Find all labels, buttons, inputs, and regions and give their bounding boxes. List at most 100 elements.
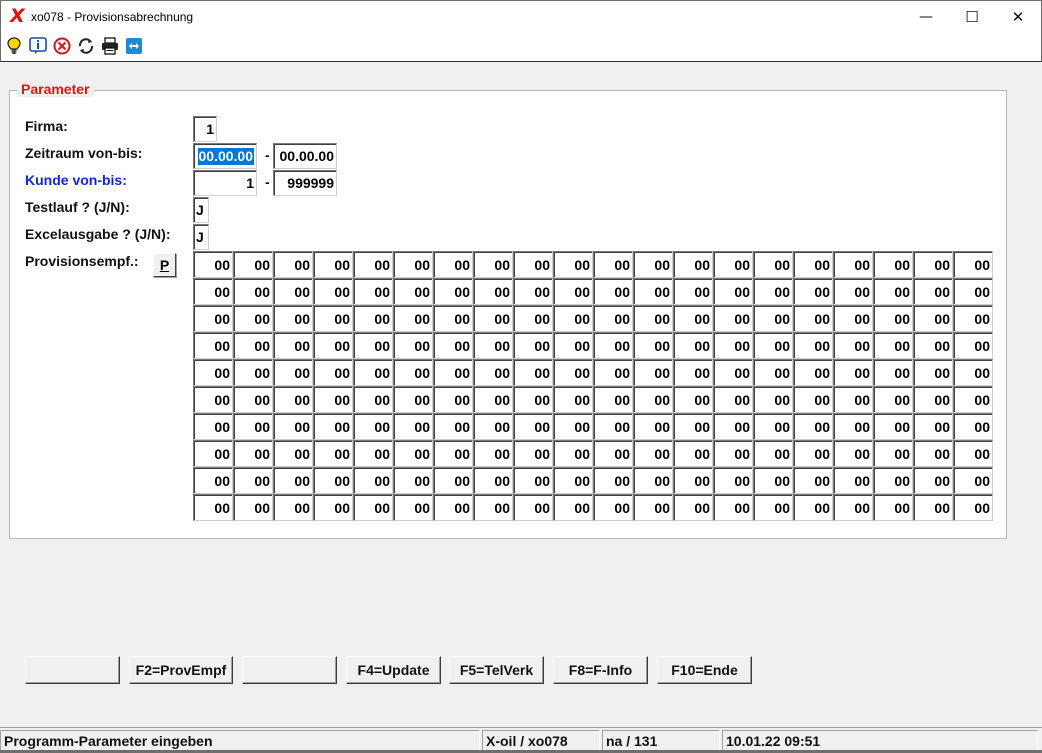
provisionsempf-cell[interactable]: 00 (473, 494, 513, 521)
provisionsempf-cell[interactable]: 00 (193, 278, 233, 305)
kunde-von-input[interactable]: 1 (193, 170, 257, 196)
provisionsempf-cell[interactable]: 00 (873, 332, 913, 359)
provisionsempf-cell[interactable]: 00 (313, 494, 353, 521)
provisionsempf-cell[interactable]: 00 (713, 278, 753, 305)
provisionsempf-cell[interactable]: 00 (313, 305, 353, 332)
minimize-button[interactable]: — (903, 1, 949, 32)
provisionsempf-cell[interactable]: 00 (673, 305, 713, 332)
firma-input[interactable]: 1 (193, 116, 217, 142)
provisionsempf-cell[interactable]: 00 (753, 332, 793, 359)
provisionsempf-cell[interactable]: 00 (953, 467, 993, 494)
provisionsempf-cell[interactable]: 00 (193, 305, 233, 332)
provisionsempf-cell[interactable]: 00 (353, 413, 393, 440)
provisionsempf-cell[interactable]: 00 (913, 386, 953, 413)
provisionsempf-cell[interactable]: 00 (593, 413, 633, 440)
provisionsempf-cell[interactable]: 00 (673, 413, 713, 440)
provisionsempf-cell[interactable]: 00 (353, 278, 393, 305)
provisionsempf-cell[interactable]: 00 (913, 332, 953, 359)
provisionsempf-cell[interactable]: 00 (273, 494, 313, 521)
provisionsempf-cell[interactable]: 00 (593, 332, 633, 359)
provisionsempf-cell[interactable]: 00 (513, 440, 553, 467)
provisionsempf-cell[interactable]: 00 (713, 332, 753, 359)
provisionsempf-cell[interactable]: 00 (313, 440, 353, 467)
provisionsempf-cell[interactable]: 00 (793, 305, 833, 332)
remote-icon[interactable] (125, 37, 143, 55)
provisionsempf-cell[interactable]: 00 (833, 440, 873, 467)
provisionsempf-cell[interactable]: 00 (913, 467, 953, 494)
provisionsempf-cell[interactable]: 00 (873, 278, 913, 305)
provisionsempf-cell[interactable]: 00 (513, 332, 553, 359)
provisionsempf-cell[interactable]: 00 (273, 278, 313, 305)
provisionsempf-cell[interactable]: 00 (473, 386, 513, 413)
provisionsempf-cell[interactable]: 00 (513, 305, 553, 332)
provisionsempf-cell[interactable]: 00 (673, 494, 713, 521)
provisionsempf-cell[interactable]: 00 (913, 359, 953, 386)
provisionsempf-cell[interactable]: 00 (193, 359, 233, 386)
provisionsempf-cell[interactable]: 00 (433, 386, 473, 413)
provisionsempf-cell[interactable]: 00 (953, 305, 993, 332)
provisionsempf-cell[interactable]: 00 (633, 305, 673, 332)
provisionsempf-cell[interactable]: 00 (593, 278, 633, 305)
provisionsempf-cell[interactable]: 00 (673, 440, 713, 467)
provisionsempf-cell[interactable]: 00 (873, 359, 913, 386)
provisionsempf-cell[interactable]: 00 (713, 305, 753, 332)
provisionsempf-cell[interactable]: 00 (633, 440, 673, 467)
provisionsempf-cell[interactable]: 00 (473, 359, 513, 386)
zeitraum-von-input[interactable]: 00.00.00 (193, 143, 257, 169)
provisionsempf-cell[interactable]: 00 (713, 494, 753, 521)
fkey-button-empty-2[interactable] (242, 656, 337, 684)
provisionsempf-cell[interactable]: 00 (873, 440, 913, 467)
provisionsempf-cell[interactable]: 00 (433, 305, 473, 332)
provisionsempf-cell[interactable]: 00 (273, 467, 313, 494)
provisionsempf-cell[interactable]: 00 (233, 467, 273, 494)
provisionsempf-cell[interactable]: 00 (393, 251, 433, 278)
lightbulb-icon[interactable] (5, 37, 23, 55)
provisionsempf-cell[interactable]: 00 (353, 494, 393, 521)
provisionsempf-cell[interactable]: 00 (673, 278, 713, 305)
provisionsempf-cell[interactable]: 00 (753, 467, 793, 494)
provisionsempf-cell[interactable]: 00 (953, 332, 993, 359)
provisionsempf-cell[interactable]: 00 (313, 278, 353, 305)
provempf-button[interactable]: F2=ProvEmpf (129, 656, 233, 684)
provisionsempf-cell[interactable]: 00 (233, 494, 273, 521)
provisionsempf-cell[interactable]: 00 (273, 359, 313, 386)
provisionsempf-cell[interactable]: 00 (593, 359, 633, 386)
provisionsempf-cell[interactable]: 00 (833, 467, 873, 494)
provisionsempf-cell[interactable]: 00 (393, 440, 433, 467)
provisionsempf-cell[interactable]: 00 (713, 413, 753, 440)
provisionsempf-lookup-button[interactable]: P (153, 253, 176, 277)
provisionsempf-cell[interactable]: 00 (433, 467, 473, 494)
provisionsempf-cell[interactable]: 00 (553, 359, 593, 386)
provisionsempf-cell[interactable]: 00 (753, 440, 793, 467)
provisionsempf-cell[interactable]: 00 (953, 440, 993, 467)
provisionsempf-cell[interactable]: 00 (633, 251, 673, 278)
provisionsempf-cell[interactable]: 00 (393, 467, 433, 494)
provisionsempf-cell[interactable]: 00 (793, 386, 833, 413)
provisionsempf-cell[interactable]: 00 (713, 251, 753, 278)
cancel-icon[interactable] (53, 37, 71, 55)
provisionsempf-cell[interactable]: 00 (673, 332, 713, 359)
provisionsempf-cell[interactable]: 00 (713, 386, 753, 413)
provisionsempf-cell[interactable]: 00 (553, 467, 593, 494)
provisionsempf-cell[interactable]: 00 (833, 386, 873, 413)
provisionsempf-cell[interactable]: 00 (433, 440, 473, 467)
provisionsempf-cell[interactable]: 00 (793, 467, 833, 494)
provisionsempf-cell[interactable]: 00 (473, 413, 513, 440)
provisionsempf-cell[interactable]: 00 (473, 305, 513, 332)
update-button[interactable]: F4=Update (346, 656, 441, 684)
provisionsempf-cell[interactable]: 00 (793, 332, 833, 359)
provisionsempf-cell[interactable]: 00 (233, 440, 273, 467)
provisionsempf-cell[interactable]: 00 (953, 494, 993, 521)
provisionsempf-cell[interactable]: 00 (833, 494, 873, 521)
provisionsempf-cell[interactable]: 00 (433, 494, 473, 521)
provisionsempf-cell[interactable]: 00 (833, 359, 873, 386)
provisionsempf-cell[interactable]: 00 (633, 467, 673, 494)
provisionsempf-cell[interactable]: 00 (393, 305, 433, 332)
provisionsempf-cell[interactable]: 00 (833, 413, 873, 440)
ende-button[interactable]: F10=Ende (657, 656, 752, 684)
provisionsempf-cell[interactable]: 00 (193, 467, 233, 494)
provisionsempf-cell[interactable]: 00 (353, 332, 393, 359)
provisionsempf-cell[interactable]: 00 (753, 305, 793, 332)
provisionsempf-cell[interactable]: 00 (953, 413, 993, 440)
provisionsempf-cell[interactable]: 00 (513, 278, 553, 305)
